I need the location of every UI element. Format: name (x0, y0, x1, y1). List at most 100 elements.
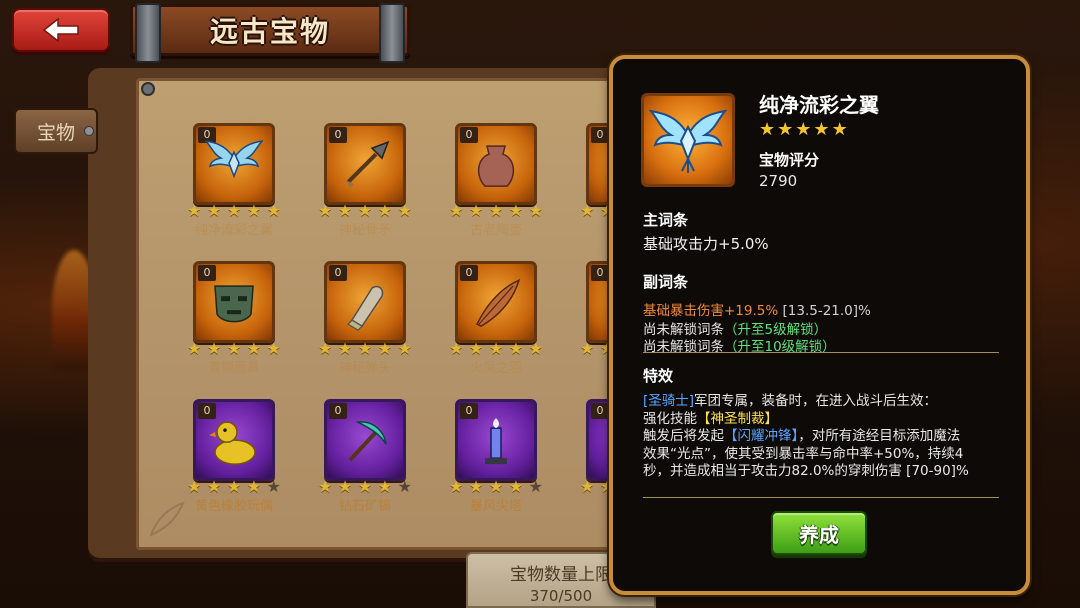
main-stat-title: 主词条 (643, 211, 689, 229)
page-title: 远古宝物 (209, 15, 330, 48)
item-slot[interactable]: 0 (455, 399, 537, 481)
back-button[interactable] (12, 8, 110, 52)
divider (643, 352, 999, 353)
item-name: 神秘弹头 (338, 361, 391, 376)
treasure-item[interactable]: 0 ★ ★ ★ ★ ★ 黄色橡胶玩偶 (179, 395, 289, 514)
item-name: 火凤之羽 (469, 361, 522, 376)
star-icon: ★ (377, 477, 393, 496)
star-icon: ★ (337, 477, 353, 496)
star-icon: ★ (357, 201, 373, 220)
divider-bottom (643, 497, 999, 498)
item-slot[interactable]: 0 (455, 123, 537, 205)
star-icon: ★ (488, 339, 504, 358)
star-icon: ★ (318, 477, 333, 496)
star-icon: ★ (449, 201, 464, 220)
star-icon: ★ (357, 477, 373, 496)
treasure-item[interactable]: 0 ★ ★ ★ ★ ★ 纯净流彩之翼 (179, 119, 289, 238)
item-stars: ★★★★★ (187, 341, 281, 357)
item-slot[interactable]: 0 (193, 399, 275, 481)
item-slot[interactable]: 0 (324, 261, 406, 343)
star-icon: ★ (318, 201, 333, 220)
item-stars: ★★★★★ (318, 203, 412, 219)
item-slot[interactable]: 0 (324, 399, 406, 481)
star-icon: ★ (488, 201, 504, 220)
item-stars: ★★★★★ (449, 341, 543, 357)
star-icon: ★ (377, 201, 393, 220)
tab-treasure[interactable]: 宝物 (14, 108, 98, 154)
treasure-item[interactable]: 0 ★ ★ ★ ★ ★ 火凤之羽 (441, 257, 551, 376)
star-icon: ★ (187, 477, 202, 496)
item-name: 黄色橡胶玩偶 (194, 499, 273, 514)
star-icon: ★ (226, 339, 242, 358)
star-icon: ★ (528, 477, 543, 496)
tab-treasure-label: 宝物 (36, 121, 75, 144)
pin-decoration (141, 82, 155, 96)
star-icon: ★ (266, 477, 281, 496)
treasure-item[interactable]: 0 ★ ★ ★ ★ ★ 古老陶壶 (441, 119, 551, 238)
item-stars: ★★★★★ (187, 479, 281, 495)
score-value: 2790 (759, 172, 798, 190)
star-icon: ★ (187, 201, 202, 220)
main-stat-value: 基础攻击力+5.0% (643, 235, 769, 253)
star-icon: ★ (397, 201, 412, 220)
star-icon: ★ (357, 339, 373, 358)
detail-item-icon (641, 93, 735, 187)
treasure-page: 0 ★ ★ ★ ★ ★ 纯净流彩之翼 0 ★ ★ ★ ★ ★ 神秘骨矛 0 ★ ★ ★ ★ ★ 古老陶壶… (136, 78, 676, 550)
item-stars: ★★★★★ (318, 341, 412, 357)
wings-icon (649, 109, 727, 173)
item-stars: ★★★★★ (187, 203, 281, 219)
item-stars: ★★★★★ (318, 479, 412, 495)
item-slot[interactable]: 0 (324, 123, 406, 205)
item-slot[interactable]: 0 (193, 123, 275, 205)
star-icon: ★ (468, 477, 484, 496)
treasure-item[interactable]: 0 ★ ★ ★ ★ ★ 神秘骨矛 (310, 119, 420, 238)
star-icon: ★ (397, 339, 412, 358)
star-icon: ★ (377, 339, 393, 358)
treasure-item[interactable]: 0 ★ ★ ★ ★ ★ 神秘弹头 (310, 257, 420, 376)
star-icon: ★ (206, 201, 222, 220)
treasure-item[interactable]: 0 ★ ★ ★ ★ ★ 青铜面具 (179, 257, 289, 376)
item-name: 暴风尖塔 (469, 499, 522, 514)
star-icon: ★ (246, 201, 262, 220)
star-icon: ★ (187, 339, 202, 358)
star-icon: ★ (580, 339, 595, 358)
star-icon: ★ (468, 339, 484, 358)
star-icon: ★ (246, 477, 262, 496)
tab-knob (84, 126, 94, 136)
item-slot[interactable]: 0 (193, 261, 275, 343)
star-icon: ★ (206, 339, 222, 358)
treasure-item[interactable]: 0 ★ ★ ★ ★ ★ 暴风尖塔 (441, 395, 551, 514)
star-icon: ★ (449, 339, 464, 358)
star-icon: ★ (528, 339, 543, 358)
item-slot[interactable]: 0 (455, 261, 537, 343)
star-icon: ★ (813, 119, 830, 140)
effect-line-2: 强化技能 (643, 410, 697, 427)
star-icon: ★ (318, 339, 333, 358)
effect-description: [圣骑士]军团专属，装备时，在进入战斗后生效： 强化技能【神圣制裁】 触发后将发… (643, 393, 969, 481)
sub-stat-name: 基础暴击伤害+19.5% (643, 303, 779, 319)
star-icon: ★ (449, 477, 464, 496)
star-icon: ★ (337, 339, 353, 358)
star-icon: ★ (831, 119, 848, 140)
treasure-item[interactable]: 0 ★ ★ ★ ★ ★ 钻石矿镐 (310, 395, 420, 514)
star-icon: ★ (759, 119, 776, 140)
sub-stat-title: 副词条 (643, 273, 689, 291)
star-icon: ★ (795, 119, 812, 140)
item-stars: ★★★★★ (449, 203, 543, 219)
sub-stat-line: 基础暴击伤害+19.5% [13.5-21.0]% (643, 299, 871, 319)
detail-item-name: 纯净流彩之翼 (759, 93, 879, 117)
title-plank: 远古宝物 (130, 3, 410, 63)
cultivate-button-label: 养成 (799, 522, 839, 547)
star-icon: ★ (397, 477, 412, 496)
treasure-grid: 0 ★ ★ ★ ★ ★ 纯净流彩之翼 0 ★ ★ ★ ★ ★ 神秘骨矛 0 ★ ★ ★ ★ ★ 古老陶壶… (179, 119, 673, 514)
star-icon: ★ (528, 201, 543, 220)
treasure-detail-popup: 纯净流彩之翼 ★ ★ ★ ★ ★ 宝物评分 2790 主词条 基础攻击力+5.0% 副词… (609, 55, 1030, 595)
effect-skill-2: 【闪耀冲锋】 (724, 428, 799, 444)
star-icon: ★ (777, 119, 794, 140)
star-icon: ★ (580, 201, 595, 220)
item-stars: ★★★★★ (449, 479, 543, 495)
cultivate-button[interactable]: 养成 (771, 511, 867, 555)
effect-line-3-prefix: 触发后将发起 (643, 428, 724, 444)
star-icon: ★ (580, 477, 595, 496)
star-icon: ★ (468, 201, 484, 220)
